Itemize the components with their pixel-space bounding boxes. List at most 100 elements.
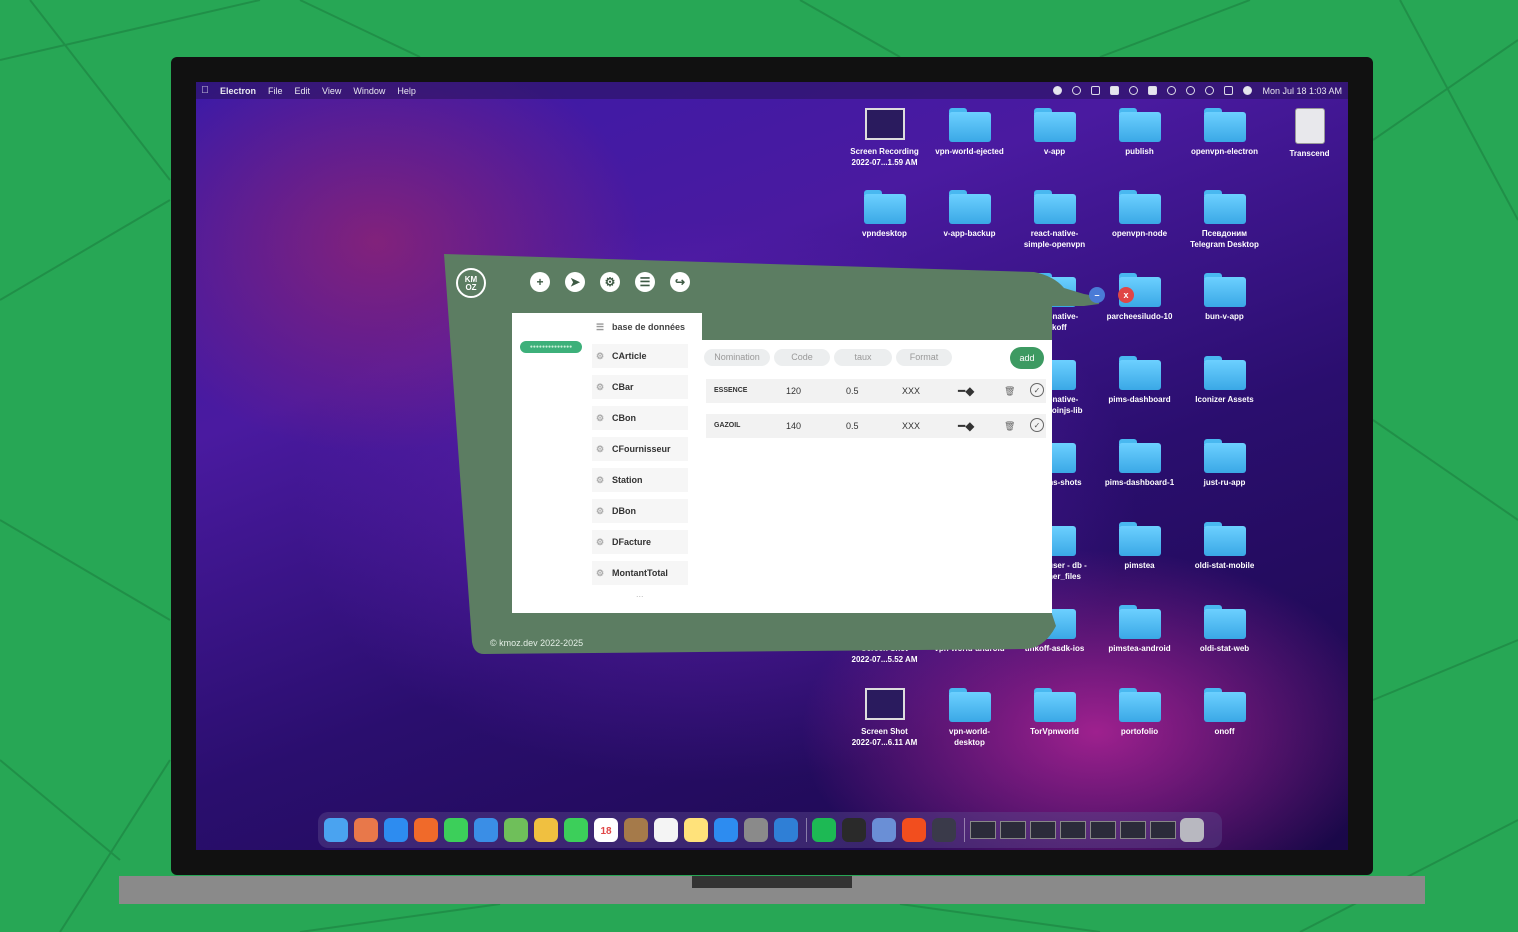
cell-code: 120 (786, 386, 802, 396)
settings-icon[interactable] (744, 818, 768, 842)
menu-app-name[interactable]: Electron (220, 86, 256, 96)
contacts-icon[interactable] (624, 818, 648, 842)
drive-icon (1294, 108, 1325, 144)
desktop-item[interactable]: onoff (1182, 688, 1267, 737)
figma-icon[interactable] (902, 818, 926, 842)
firefox-icon[interactable] (414, 818, 438, 842)
menu-view[interactable]: View (322, 86, 341, 96)
spotify-icon[interactable] (812, 818, 836, 842)
menubar-clock[interactable]: Mon Jul 18 1:03 AM (1262, 86, 1342, 96)
logout-icon[interactable]: ↪ (670, 272, 690, 292)
reminders-icon[interactable] (654, 818, 678, 842)
list-item[interactable]: ⚙ Station (592, 468, 688, 492)
minimized-window-thumbnail[interactable] (1150, 821, 1176, 839)
notes-icon[interactable] (684, 818, 708, 842)
trash-bin-icon[interactable] (1180, 818, 1204, 842)
minimized-window-thumbnail[interactable] (1090, 821, 1116, 839)
desktop-item[interactable]: TorVpnworld (1012, 688, 1097, 737)
electron-icon[interactable] (932, 818, 956, 842)
input-source-icon[interactable] (1110, 86, 1120, 95)
desktop-item[interactable]: oldi-stat-web (1182, 605, 1267, 654)
menu-edit[interactable]: Edit (295, 86, 311, 96)
menu-file[interactable]: File (268, 86, 283, 96)
toggle-arrow-icon[interactable]: ━◆ (958, 379, 974, 403)
desktop-item[interactable]: Iconizer Assets (1182, 356, 1267, 405)
launchpad-icon[interactable] (354, 818, 378, 842)
finder-icon[interactable] (324, 818, 348, 842)
desktop-item[interactable]: portofolio (1097, 688, 1182, 737)
terminal-icon[interactable] (842, 818, 866, 842)
desktop-item[interactable]: openvpn-node (1097, 190, 1182, 239)
list-item[interactable]: ⚙ CFournisseur (592, 437, 688, 461)
messages-icon[interactable] (444, 818, 468, 842)
trash-icon[interactable]: 🗑 (1004, 414, 1015, 438)
facetime-icon[interactable] (564, 818, 588, 842)
apple-menu-icon[interactable]:  (200, 85, 210, 96)
keyboard-status-icon[interactable] (1091, 86, 1101, 95)
clock-status-icon[interactable] (1186, 86, 1196, 95)
table-row[interactable]: GAZOIL 140 0.5 XXX ━◆ 🗑 ✓ (706, 414, 1046, 438)
desktop-item[interactable]: vpndesktop (842, 190, 927, 239)
list-item[interactable]: ⚙ CBar (592, 375, 688, 399)
desktop-item[interactable]: publish (1097, 108, 1182, 157)
desktop-item[interactable]: openvpn-electron (1182, 108, 1267, 157)
list-item[interactable]: ⚙ CBon (592, 406, 688, 430)
desktop-item[interactable]: Псевдоним Telegram Desktop (1182, 190, 1267, 250)
desktop-item[interactable]: Screen Shot 2022-07...6.11 AM (842, 688, 927, 748)
record-status-icon[interactable] (1053, 86, 1063, 95)
desktop-item[interactable]: v-app (1012, 108, 1097, 157)
safari-icon[interactable] (384, 818, 408, 842)
desktop-item[interactable]: just-ru-app (1182, 439, 1267, 488)
table-row[interactable]: ESSENCE 120 0.5 XXX ━◆ 🗑 ✓ (706, 379, 1046, 403)
minimized-window-thumbnail[interactable] (1060, 821, 1086, 839)
maps-icon[interactable] (504, 818, 528, 842)
preview-icon[interactable] (872, 818, 896, 842)
trash-icon[interactable]: 🗑 (1004, 379, 1015, 403)
desktop-item[interactable]: vpn-world- desktop (927, 688, 1012, 748)
list-item[interactable]: ⚙ DFacture (592, 530, 688, 554)
desktop-item[interactable]: vpn-world-ejected (927, 108, 1012, 157)
desktop-item-label: react-native- simple-openvpn (1023, 229, 1086, 249)
minimized-window-thumbnail[interactable] (970, 821, 996, 839)
cell-code: 140 (786, 421, 802, 431)
list-item[interactable]: ⚙ DBon (592, 499, 688, 523)
database-icon[interactable]: ☰ (635, 272, 655, 292)
desktop-item[interactable]: react-native- simple-openvpn (1012, 190, 1097, 250)
sidebar-selected-pill[interactable]: ●●●●●●●●●●●●●● (520, 341, 582, 353)
list-item[interactable]: ⚙ MontantTotal (592, 561, 688, 585)
menu-help[interactable]: Help (397, 86, 416, 96)
desktop-item[interactable]: bun-v-app (1182, 273, 1267, 322)
close-button[interactable]: x (1118, 287, 1134, 303)
wifi-icon[interactable] (1167, 86, 1177, 95)
desktop-item[interactable]: Screen Recording 2022-07...1.59 AM (842, 108, 927, 168)
send-icon[interactable]: ➤ (565, 272, 585, 292)
user-status-icon[interactable] (1129, 86, 1139, 95)
spotlight-search-icon[interactable] (1205, 86, 1215, 95)
minimized-window-thumbnail[interactable] (1030, 821, 1056, 839)
toggle-arrow-icon[interactable]: ━◆ (958, 414, 974, 438)
desktop-item[interactable]: v-app-backup (927, 190, 1012, 239)
vscode-icon[interactable] (774, 818, 798, 842)
settings-sliders-icon[interactable]: ⚙ (600, 272, 620, 292)
add-icon[interactable]: + (530, 272, 550, 292)
battery-icon[interactable] (1148, 86, 1158, 95)
check-circle-icon[interactable]: ✓ (1030, 418, 1044, 432)
calendar-icon[interactable]: 18 (594, 818, 618, 842)
info-status-icon[interactable] (1072, 86, 1082, 95)
desktop-item[interactable]: oldi-stat-mobile (1182, 522, 1267, 571)
list-header: ☰ base de données (592, 316, 702, 338)
minimized-window-thumbnail[interactable] (1120, 821, 1146, 839)
control-center-icon[interactable] (1224, 86, 1234, 95)
folder-icon (1118, 108, 1161, 142)
add-button[interactable]: add (1010, 347, 1044, 369)
check-circle-icon[interactable]: ✓ (1030, 383, 1044, 397)
appstore-icon[interactable] (714, 818, 738, 842)
mail-icon[interactable] (474, 818, 498, 842)
desktop-item[interactable]: Transcend (1267, 108, 1348, 159)
siri-icon[interactable] (1243, 86, 1253, 95)
menu-window[interactable]: Window (353, 86, 385, 96)
minimize-button[interactable]: – (1089, 287, 1105, 303)
photos-icon[interactable] (534, 818, 558, 842)
list-item[interactable]: ⚙ CArticle (592, 344, 688, 368)
minimized-window-thumbnail[interactable] (1000, 821, 1026, 839)
